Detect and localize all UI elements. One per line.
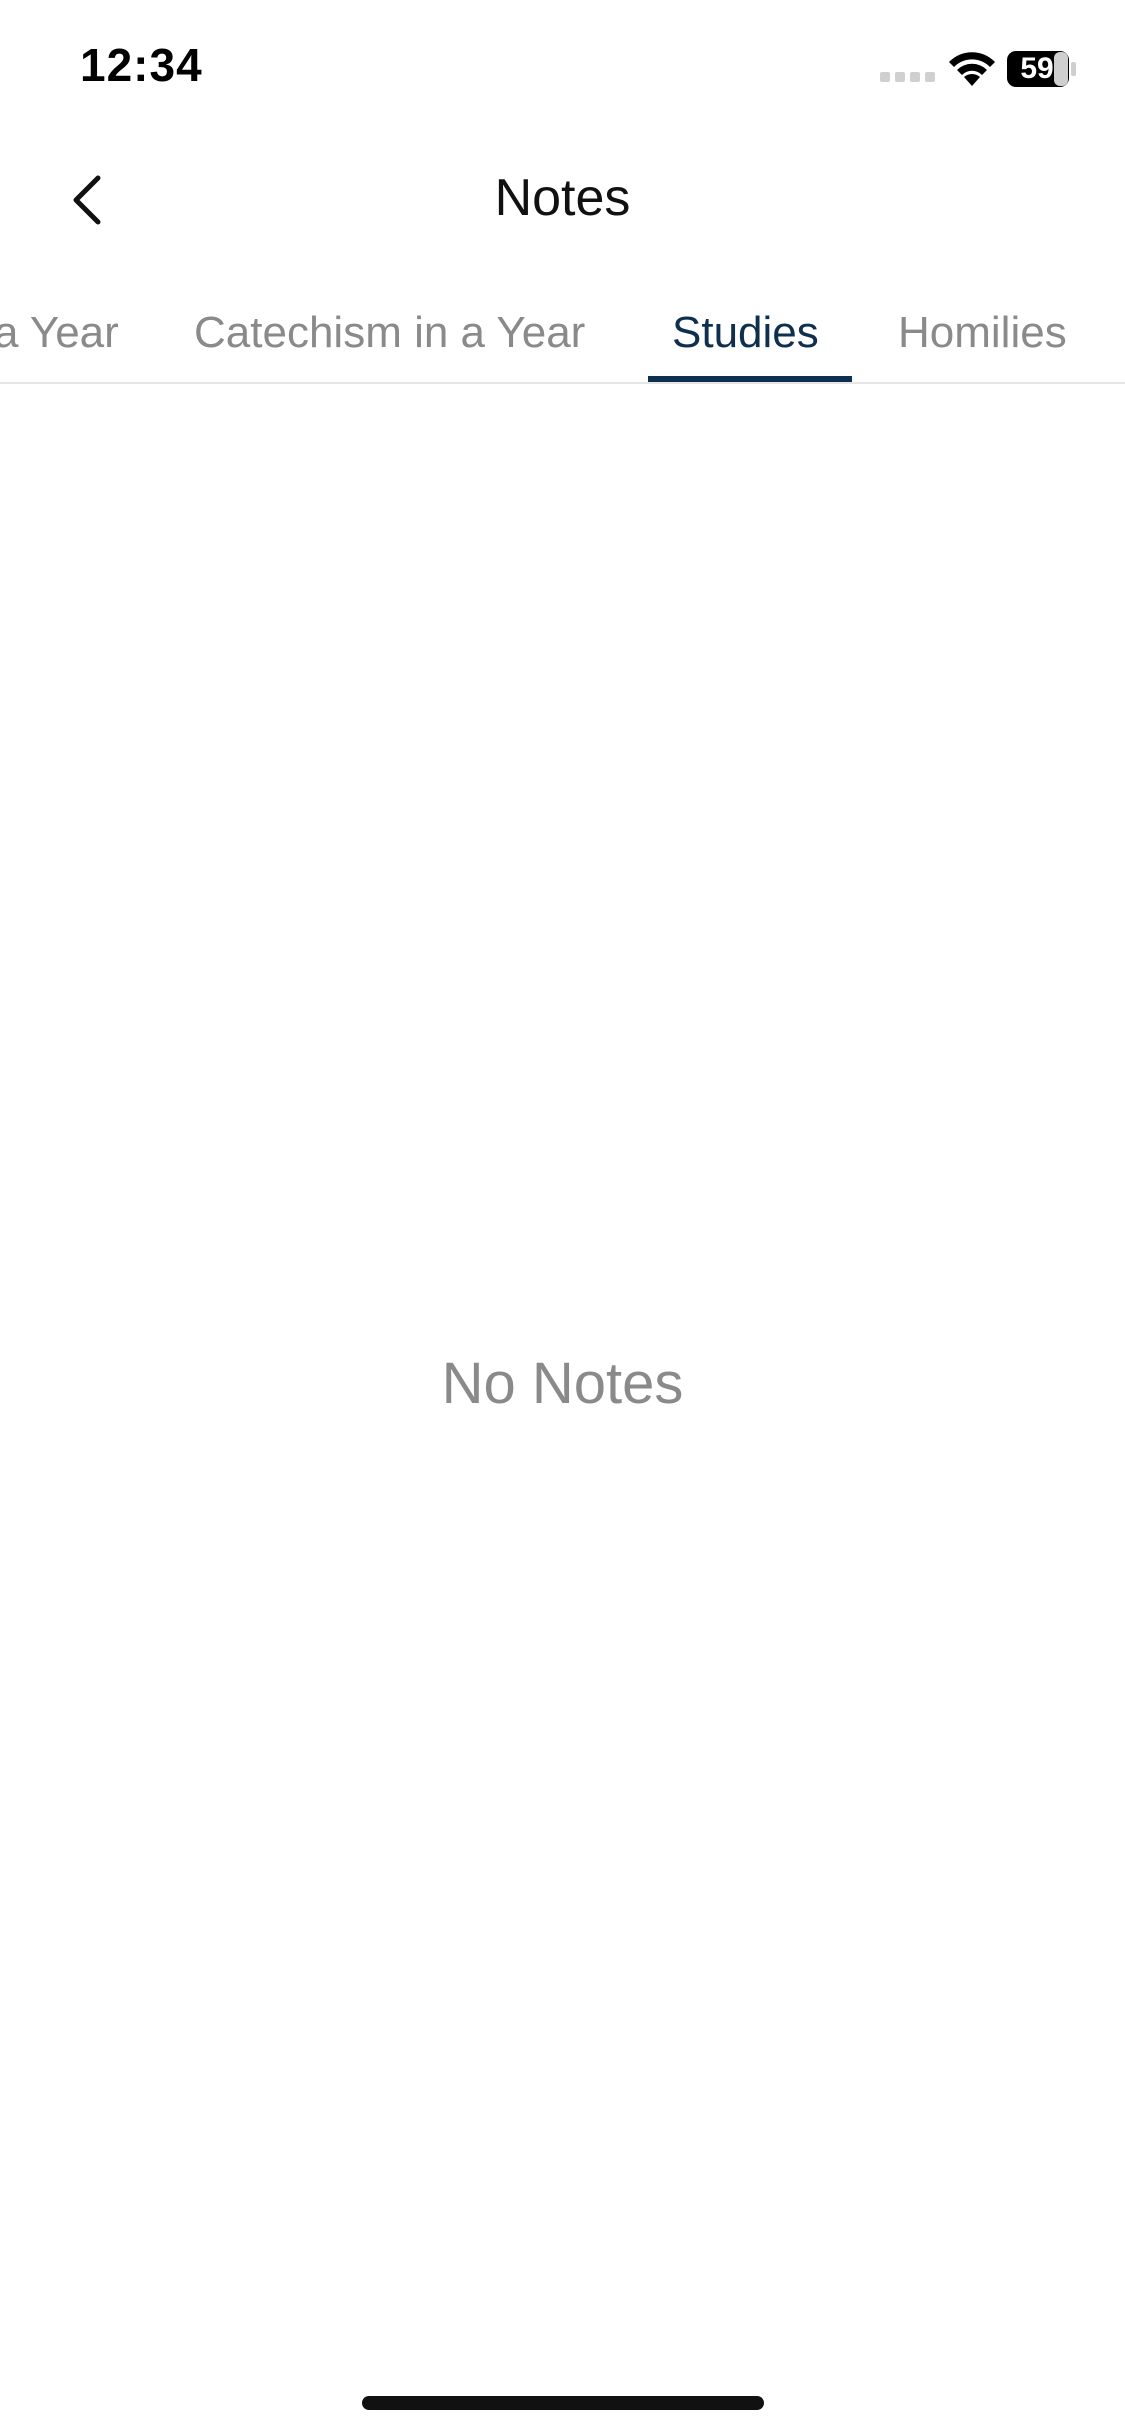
status-time: 12:34	[80, 39, 203, 91]
home-indicator[interactable]	[362, 2396, 764, 2410]
nav-bar: Notes	[0, 140, 1125, 260]
tab-homilies[interactable]: Homilies	[898, 308, 1067, 358]
active-tab-indicator	[648, 376, 852, 382]
status-bar: 12:34 59	[0, 0, 1125, 135]
signal-icon	[880, 72, 935, 82]
page-title: Notes	[494, 169, 631, 227]
tab-studies[interactable]: Studies	[672, 308, 819, 358]
tab-a-year[interactable]: a Year	[0, 308, 119, 358]
wifi-icon	[949, 52, 995, 86]
empty-state-message: No Notes	[441, 1351, 684, 1416]
tab-bar: a Year Catechism in a Year Studies Homil…	[0, 280, 1125, 384]
tab-catechism-in-a-year[interactable]: Catechism in a Year	[194, 308, 585, 358]
battery-level: 59	[1020, 52, 1054, 85]
